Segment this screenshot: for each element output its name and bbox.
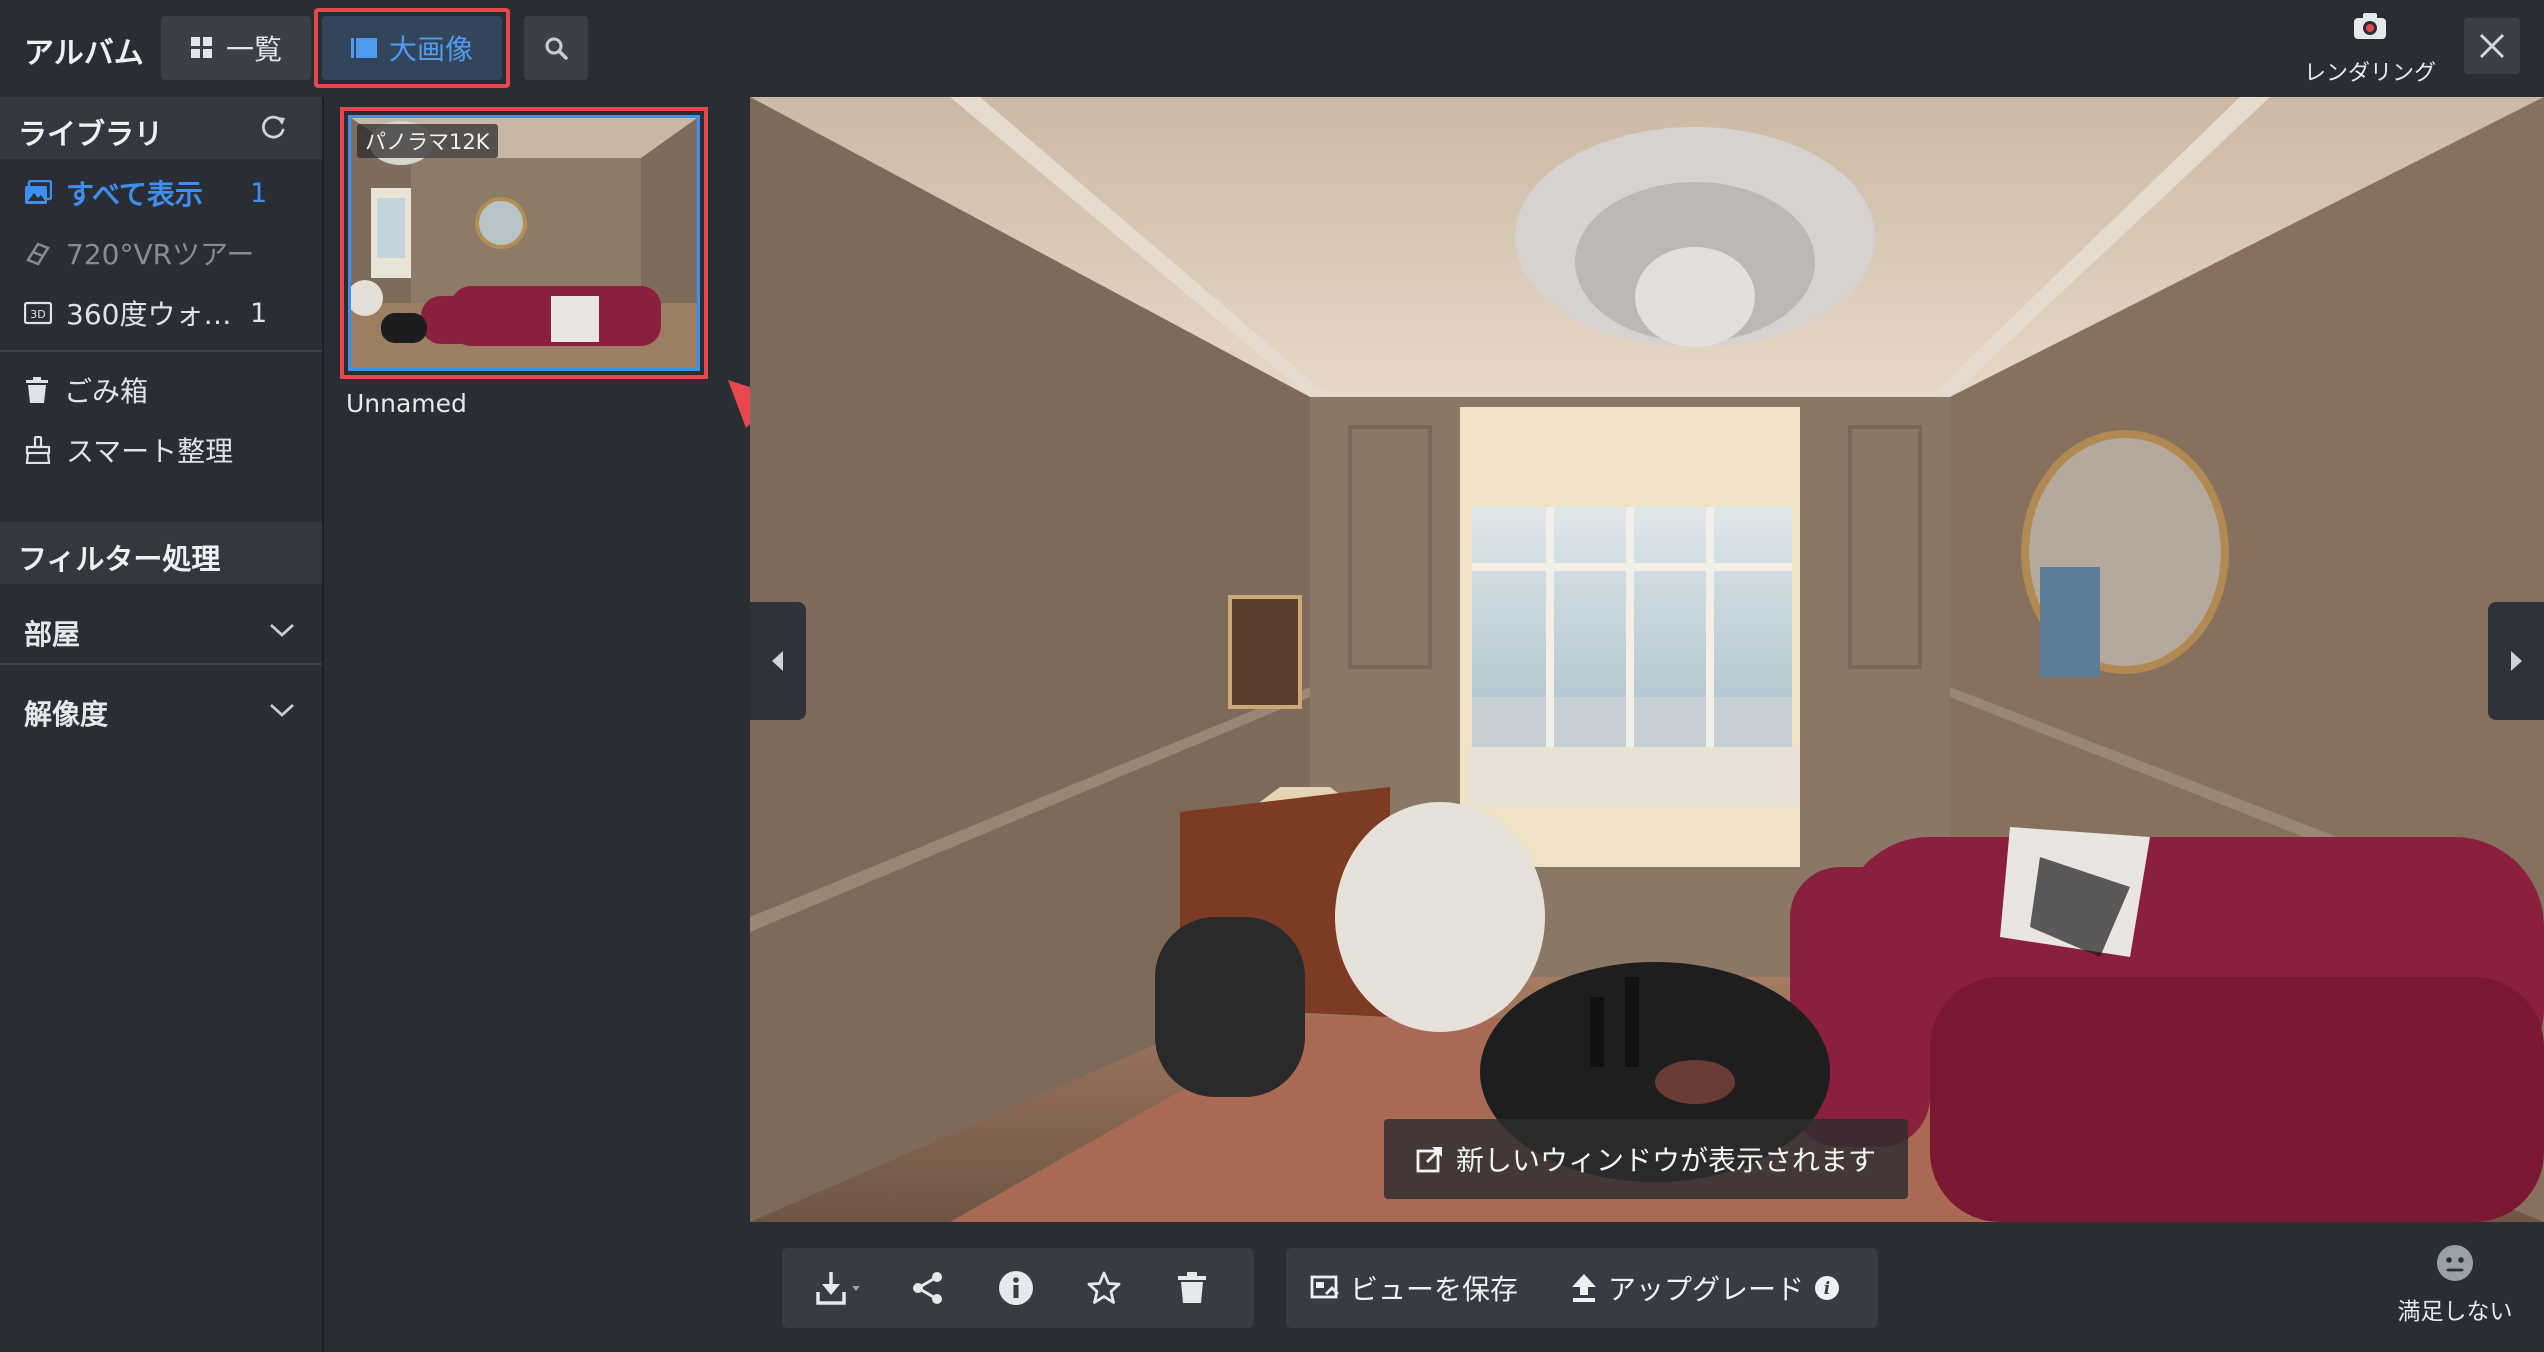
sidebar-item-count: 1: [250, 297, 268, 329]
camera-icon: [2354, 13, 2386, 39]
filter-room-label: 部屋: [24, 618, 81, 651]
vr-tour-icon: [26, 242, 50, 266]
top-bar: アルバム 一覧 大画像 レンダリング: [0, 0, 2544, 97]
render-label: レンダリング: [2303, 61, 2436, 86]
filter-title: フィルター処理: [18, 542, 221, 576]
upload-arrow-icon: [1572, 1274, 1596, 1302]
sidebar: ライブラリ すべて表示 1 720°VRツアー 3D 360度ウォ… 1 ごみ箱…: [0, 97, 324, 1352]
sidebar-item-vr-tour[interactable]: 720°VRツアー: [24, 228, 284, 278]
star-icon: [1087, 1271, 1121, 1304]
trash-icon: [1178, 1272, 1206, 1303]
panorama-badge: パノラマ12K: [357, 124, 498, 158]
dissatisfied-button[interactable]: 満足しない: [2390, 1244, 2520, 1326]
info-icon: [999, 1271, 1033, 1305]
delete-button[interactable]: [1162, 1248, 1222, 1328]
thumbnail-panel: パノラマ12K Unnamed: [324, 97, 750, 1352]
sidebar-item-count: 1: [250, 177, 268, 209]
thumbnail-name: Unnamed: [346, 389, 467, 418]
trash-icon: [26, 377, 48, 403]
share-button[interactable]: [898, 1248, 958, 1328]
tab-large-image[interactable]: 大画像: [322, 16, 502, 80]
sidebar-item-label: 360度ウォ…: [66, 298, 232, 331]
sidebar-item-label: すべて表示: [66, 178, 203, 211]
library-header: ライブラリ: [0, 97, 322, 159]
filter-divider: [0, 663, 322, 665]
close-button[interactable]: [2464, 18, 2520, 74]
toast-text: 新しいウィンドウが表示されます: [1455, 1144, 1876, 1177]
images-icon: [25, 180, 52, 204]
svg-text:i: i: [1824, 1279, 1830, 1299]
dissatisfied-label: 満足しない: [2397, 1299, 2513, 1325]
room-panorama-image: [750, 97, 2544, 1222]
next-image-button[interactable]: [2488, 602, 2544, 720]
thumbnail-card[interactable]: パノラマ12K: [340, 107, 708, 379]
sidebar-item-trash[interactable]: ごみ箱: [24, 365, 284, 415]
search-button[interactable]: [524, 16, 588, 80]
filter-resolution-accordion[interactable]: 解像度: [0, 681, 322, 741]
chevron-left-icon: [772, 651, 783, 671]
info-button[interactable]: [986, 1248, 1046, 1328]
refresh-icon[interactable]: [258, 113, 288, 143]
external-link-icon: [1416, 1146, 1443, 1173]
save-view-icon: [1310, 1275, 1339, 1299]
favorite-button[interactable]: [1074, 1248, 1134, 1328]
new-window-toast[interactable]: 新しいウィンドウが表示されます: [1384, 1119, 1908, 1199]
tab-large-label: 大画像: [388, 33, 473, 66]
view-actions-group: ビューを保存 アップグレード i: [1286, 1248, 1878, 1328]
broom-icon: [25, 436, 51, 464]
library-title: ライブラリ: [18, 117, 164, 151]
sidebar-divider: [0, 350, 322, 352]
sidebar-item-label: ごみ箱: [64, 375, 149, 408]
tab-grid-label: 一覧: [225, 33, 282, 66]
thumbnail-image[interactable]: パノラマ12K: [348, 115, 700, 371]
panorama-360-icon: 3D: [24, 301, 52, 325]
chevron-right-icon: [2511, 651, 2522, 671]
close-icon: [2479, 33, 2505, 59]
chevron-down-icon: [270, 623, 294, 637]
sidebar-item-show-all[interactable]: すべて表示 1: [24, 168, 284, 218]
help-icon: i: [1815, 1276, 1840, 1300]
render-button[interactable]: レンダリング: [2290, 12, 2450, 87]
sidebar-item-label: 720°VRツアー: [66, 238, 255, 271]
filter-header: フィルター処理: [0, 522, 322, 584]
panorama-viewer[interactable]: 新しいウィンドウが表示されます: [750, 97, 2544, 1222]
sidebar-item-label: スマート整理: [66, 435, 234, 468]
upgrade-label: アップグレード: [1608, 1273, 1805, 1306]
save-view-button[interactable]: ビューを保存: [1310, 1248, 1518, 1328]
download-icon: [816, 1272, 860, 1305]
grid-icon: [190, 37, 212, 58]
filter-resolution-label: 解像度: [24, 698, 109, 731]
upgrade-button[interactable]: アップグレード i: [1570, 1248, 1840, 1328]
search-icon: [545, 37, 568, 60]
save-view-label: ビューを保存: [1350, 1273, 1519, 1306]
album-title: アルバム: [24, 36, 144, 71]
svg-text:3D: 3D: [30, 308, 45, 321]
download-button[interactable]: [804, 1248, 874, 1328]
image-actions-group: [782, 1248, 1254, 1328]
chevron-down-icon: [270, 703, 294, 717]
tab-grid-view[interactable]: 一覧: [161, 16, 311, 80]
large-image-icon: [350, 38, 377, 58]
sidebar-item-360-walkthrough[interactable]: 3D 360度ウォ… 1: [24, 288, 284, 338]
bottom-toolbar: ビューを保存 アップグレード i 満足しない: [750, 1222, 2544, 1352]
filter-room-accordion[interactable]: 部屋: [0, 601, 322, 661]
share-icon: [913, 1272, 942, 1304]
previous-image-button[interactable]: [750, 602, 806, 720]
sidebar-item-smart-organize[interactable]: スマート整理: [24, 425, 284, 475]
neutral-face-icon: [2437, 1245, 2473, 1281]
